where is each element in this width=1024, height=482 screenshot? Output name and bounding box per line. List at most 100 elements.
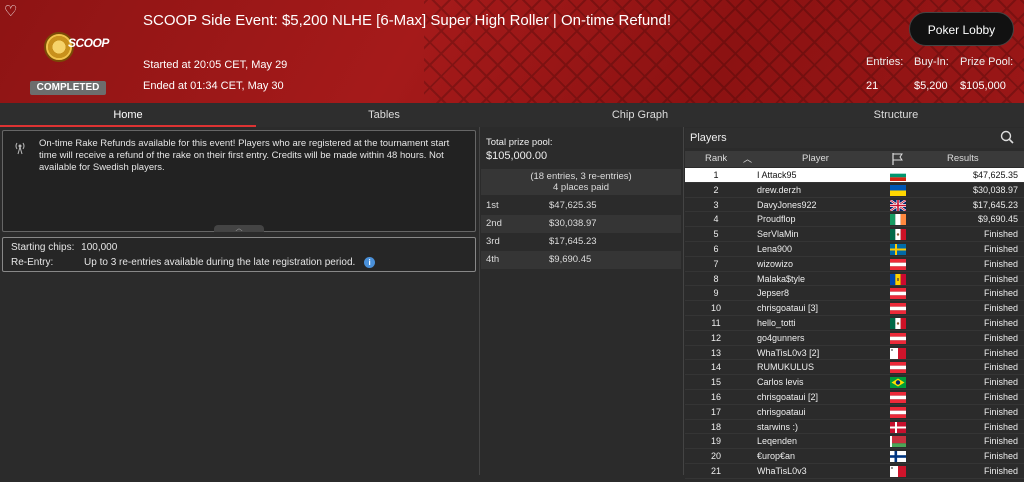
- player-name: wizowizo: [757, 258, 794, 269]
- info-icon[interactable]: i: [364, 257, 376, 268]
- player-name: drew.derzh: [757, 184, 802, 195]
- austria-flag-icon: [890, 406, 906, 418]
- chevron-up-icon[interactable]: ︿: [743, 151, 752, 167]
- player-name: starwins :): [757, 421, 799, 432]
- rank-cell: 9: [713, 288, 719, 299]
- table-row[interactable]: 21 WhaTisL0v3 Finished: [685, 464, 1024, 479]
- tab-home[interactable]: Home: [0, 103, 256, 127]
- starting-chips-label: Starting chips:: [11, 242, 75, 253]
- table-row[interactable]: 4 Proudflop $9,690.45: [685, 212, 1024, 228]
- player-name: chrisgoataui [3]: [757, 303, 819, 314]
- player-name: WhaTisL0v3: [757, 466, 807, 476]
- table-row[interactable]: 17 chrisgoataui Finished: [685, 405, 1024, 420]
- buyin-stat: Buy-In: $5,200: [914, 56, 949, 92]
- table-row[interactable]: 20 €urop€an Finished: [685, 449, 1024, 464]
- reentry-label: Re-Entry:: [11, 257, 54, 269]
- player-name: RUMUKULUS: [757, 362, 815, 373]
- payout-amount: $17,645.23: [549, 236, 597, 247]
- entries-label: Entries:: [866, 56, 904, 68]
- buyin-value: $5,200: [914, 80, 948, 92]
- prize-pool-value: $105,000: [960, 80, 1006, 92]
- payout-place: 4th: [486, 254, 500, 265]
- payout-amount: $30,038.97: [549, 218, 597, 229]
- denmark-flag-icon: [890, 421, 906, 433]
- table-row[interactable]: 8 Malaka$tyle Finished: [685, 272, 1024, 287]
- tab-tables[interactable]: Tables: [256, 103, 512, 127]
- result-cell: Finished: [983, 421, 1018, 432]
- total-prize-value: $105,000.00: [486, 150, 548, 162]
- tournament-header: ♡ SCOOP COMPLETED SCOOP Side Event: $5,2…: [0, 0, 1024, 103]
- results-column-header[interactable]: Results: [947, 151, 979, 167]
- table-row[interactable]: 19 Leqenden Finished: [685, 434, 1024, 450]
- austria-flag-icon: [890, 288, 906, 300]
- table-row[interactable]: 12 go4gunners Finished: [685, 331, 1024, 346]
- result-cell: $17,645.23: [972, 199, 1018, 210]
- result-cell: Finished: [983, 451, 1018, 462]
- rank-cell: 12: [710, 332, 721, 343]
- mexico-flag-icon: [890, 229, 906, 241]
- end-time: Ended at 01:34 CET, May 30: [143, 80, 284, 92]
- mexico-flag-icon: [890, 318, 906, 329]
- player-name: Proudflop: [757, 214, 796, 225]
- chevron-up-icon[interactable]: ︿: [214, 225, 264, 232]
- rank-column-header[interactable]: Rank: [705, 151, 727, 167]
- rank-cell: 15: [710, 377, 721, 388]
- ireland-flag-icon: [890, 214, 906, 226]
- reentry-value: Up to 3 re-entries available during the …: [84, 257, 356, 269]
- player-name: Lena900: [757, 244, 793, 254]
- austria-flag-icon: [890, 332, 906, 344]
- table-row[interactable]: 10 chrisgoataui [3] Finished: [685, 301, 1024, 316]
- payout-amount: $47,625.35: [549, 200, 597, 211]
- player-name: Carlos levis: [757, 377, 804, 388]
- bulgaria-flag-icon: [890, 170, 906, 181]
- rank-cell: 13: [710, 347, 721, 358]
- tab-bar: Home Tables Chip Graph Structure: [0, 103, 1024, 127]
- rank-cell: 11: [711, 318, 721, 328]
- table-row[interactable]: 13 WhaTisL0v3 [2] Finished: [685, 346, 1024, 361]
- table-row[interactable]: 15 Carlos levis Finished: [685, 375, 1024, 390]
- result-cell: Finished: [983, 436, 1018, 447]
- ukraine-flag-icon: [890, 184, 906, 196]
- reentry-row: Re-Entry: Up to 3 re-entries available d…: [11, 257, 376, 269]
- table-row[interactable]: 18 starwins :) Finished: [685, 420, 1024, 435]
- panel-divider: [683, 127, 684, 475]
- table-row[interactable]: 5 SerVlaMin Finished: [685, 227, 1024, 242]
- player-name: I Attack95: [757, 170, 797, 180]
- poker-lobby-button[interactable]: Poker Lobby: [909, 12, 1014, 46]
- result-cell: Finished: [983, 229, 1018, 240]
- player-name: DavyJones922: [757, 199, 817, 210]
- result-cell: Finished: [983, 288, 1018, 299]
- table-row[interactable]: 3 DavyJones922 $17,645.23: [685, 198, 1024, 213]
- table-row[interactable]: 6 Lena900 Finished: [685, 242, 1024, 257]
- brazil-flag-icon: [890, 377, 906, 389]
- rank-cell: 8: [713, 273, 719, 284]
- rank-cell: 20: [710, 451, 721, 462]
- table-row[interactable]: 1 I Attack95 $47,625.35: [685, 168, 1024, 183]
- table-row[interactable]: 2 drew.derzh $30,038.97: [685, 183, 1024, 198]
- tournament-info: Starting chips: 100,000 Re-Entry: Up to …: [2, 237, 476, 272]
- page-title: SCOOP Side Event: $5,200 NLHE [6-Max] Su…: [143, 12, 672, 29]
- search-icon[interactable]: [1000, 130, 1014, 144]
- result-cell: Finished: [983, 258, 1018, 269]
- table-row[interactable]: 16 chrisgoataui [2] Finished: [685, 390, 1024, 405]
- rank-cell: 1: [713, 170, 719, 180]
- table-row[interactable]: 9 Jepser8 Finished: [685, 286, 1024, 302]
- belarus-flag-icon: [890, 436, 906, 448]
- table-row[interactable]: 11 hello_totti Finished: [685, 316, 1024, 331]
- payout-place: 1st: [486, 200, 499, 211]
- table-row[interactable]: 7 wizowizo Finished: [685, 257, 1024, 272]
- malta-flag-icon: [890, 466, 906, 477]
- tab-chip-graph[interactable]: Chip Graph: [512, 103, 768, 127]
- rank-cell: 7: [713, 258, 719, 269]
- total-prize-label: Total prize pool:: [486, 137, 553, 148]
- total-prize-pool: Total prize pool: $105,000.00: [481, 131, 681, 167]
- tab-structure[interactable]: Structure: [768, 103, 1024, 127]
- player-column-header[interactable]: Player: [802, 151, 829, 167]
- result-cell: Finished: [983, 244, 1018, 254]
- table-row[interactable]: 14 RUMUKULUS Finished: [685, 360, 1024, 376]
- result-cell: Finished: [983, 303, 1018, 314]
- payout-row: 2nd $30,038.97: [481, 215, 681, 233]
- heart-icon[interactable]: ♡: [4, 4, 20, 20]
- payout-amount: $9,690.45: [549, 254, 592, 265]
- prize-pool-label: Prize Pool:: [960, 56, 1014, 68]
